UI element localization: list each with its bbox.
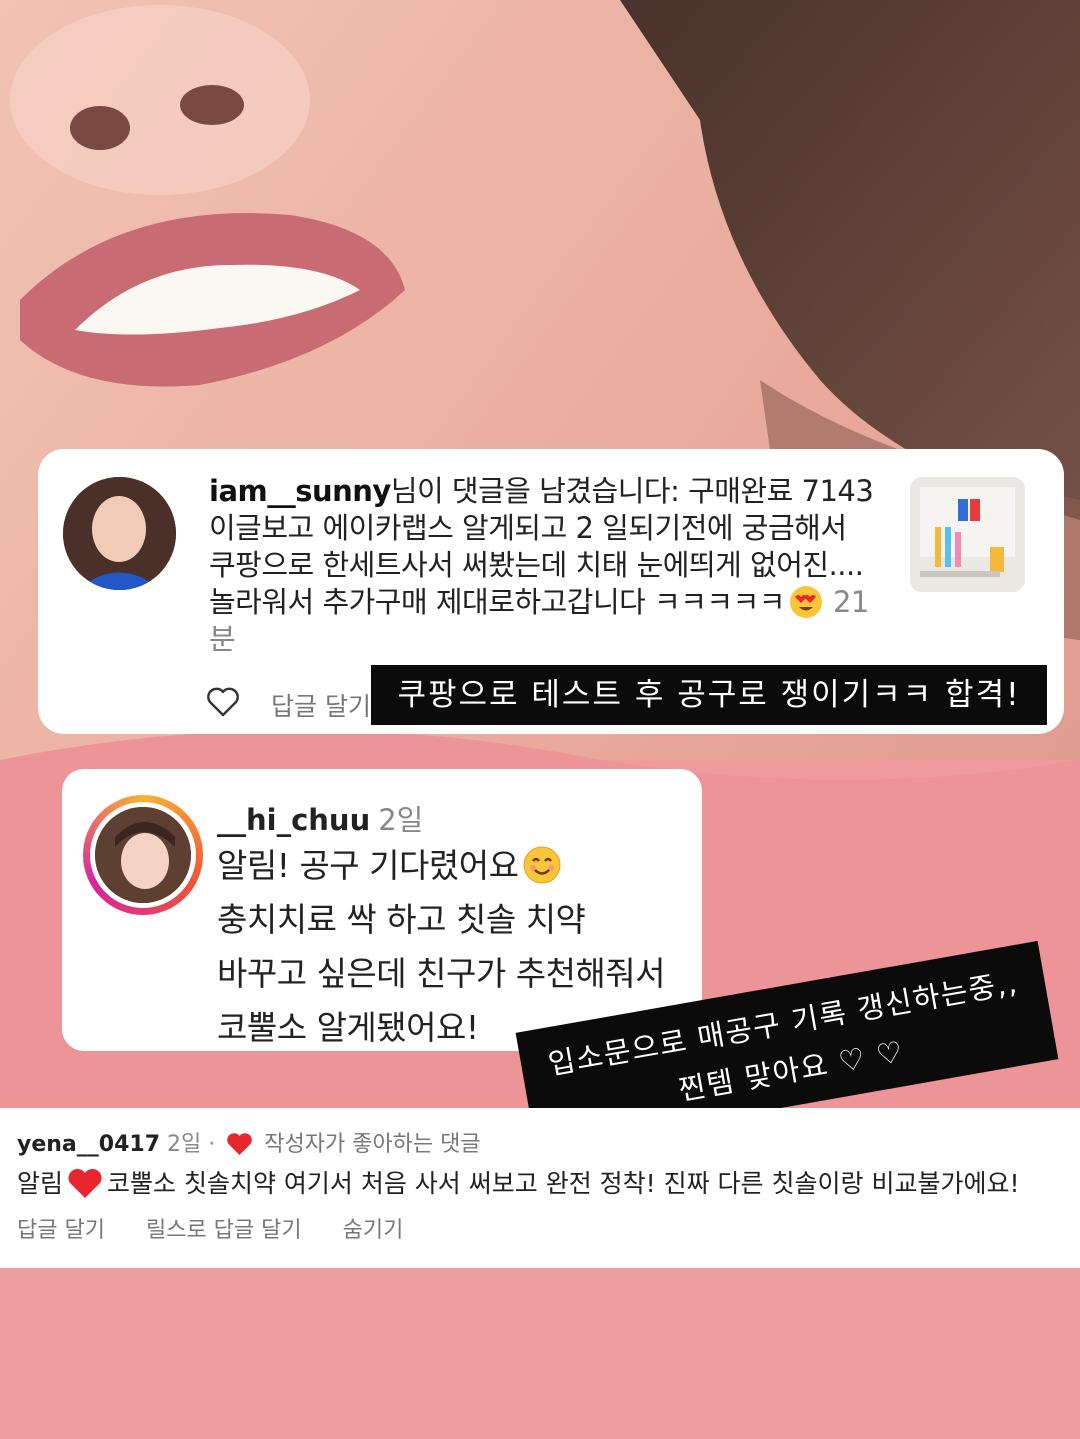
comment-card: __hi_chuu 2일 알림! 공구 기다렸어요 충치치료 싹 하고 칫솔 치약… bbox=[62, 769, 702, 1051]
comment-panel: yena__0417 2일 · 작성자가 좋아하는 댓글 알림 코뿔소 칫솔치약 … bbox=[0, 1108, 1080, 1268]
comment-line: 알림! 공구 기다렸어요 bbox=[217, 839, 697, 893]
username[interactable]: yena__0417 bbox=[17, 1132, 160, 1157]
smiling-emoji bbox=[523, 846, 561, 884]
heart-eyes-emoji bbox=[789, 586, 822, 618]
comment-actions: 답글 달기 릴스로 답글 달기 숨기기 bbox=[17, 1212, 437, 1244]
story-ring[interactable] bbox=[83, 795, 203, 915]
comment-line: 바꾸고 싶은데 친구가 추천해줘서 bbox=[217, 954, 666, 993]
hide-button[interactable]: 숨기기 bbox=[343, 1218, 404, 1243]
comment-header: __hi_chuu 2일 bbox=[217, 797, 423, 839]
avatar bbox=[95, 807, 191, 903]
reply-with-reels-button[interactable]: 릴스로 답글 달기 bbox=[146, 1218, 302, 1243]
timestamp: 2일 bbox=[378, 803, 424, 837]
comment-text: iam__sunny님이 댓글을 남겼습니다: 구매완료 7143 이글보고 에… bbox=[209, 473, 879, 658]
timestamp: 2일 bbox=[167, 1132, 202, 1157]
separator: · bbox=[208, 1132, 216, 1157]
heart-icon bbox=[68, 1168, 102, 1198]
heart-icon bbox=[227, 1133, 253, 1155]
post-thumbnail[interactable] bbox=[910, 477, 1025, 592]
avatar-border bbox=[90, 802, 196, 908]
avatar[interactable] bbox=[63, 477, 176, 590]
like-heart-icon[interactable] bbox=[206, 687, 240, 717]
liked-by-author-label: 작성자가 좋아하는 댓글 bbox=[264, 1132, 481, 1157]
comment-header: yena__0417 2일 · 작성자가 좋아하는 댓글 bbox=[17, 1126, 481, 1158]
comment-body: 알림 코뿔소 칫솔치약 여기서 처음 사서 써보고 완전 정착! 진짜 다른 칫솔… bbox=[17, 1168, 1020, 1198]
caption-banner: 쿠팡으로 테스트 후 공구로 쟁이기ㅋㅋ 합격! bbox=[371, 665, 1047, 725]
reply-button[interactable]: 답글 달기 bbox=[271, 687, 371, 723]
username[interactable]: __hi_chuu bbox=[217, 803, 370, 837]
comment-line: 충치치료 싹 하고 칫솔 치약 bbox=[217, 900, 586, 939]
username[interactable]: iam__sunny bbox=[209, 474, 391, 508]
reply-button[interactable]: 답글 달기 bbox=[17, 1218, 105, 1243]
